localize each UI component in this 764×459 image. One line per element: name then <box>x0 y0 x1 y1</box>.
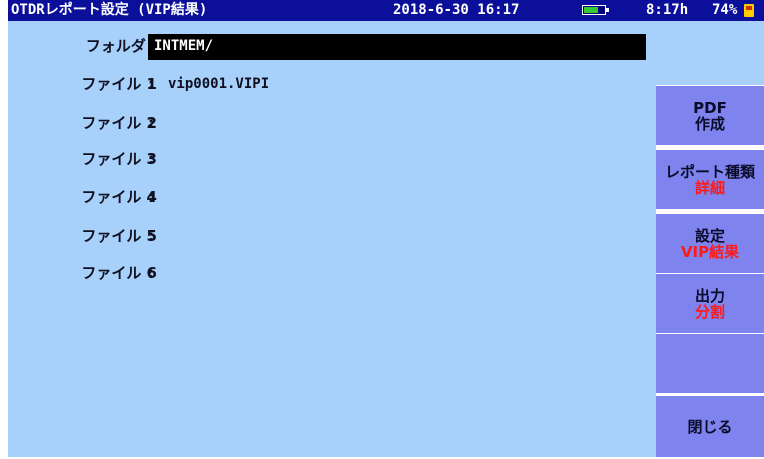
time-remaining: 8:17h <box>646 2 689 18</box>
datetime: 2018-6-30 16:17 <box>393 2 520 18</box>
memory-card-icon <box>744 4 754 17</box>
file-label: ファイル 5 <box>81 227 157 245</box>
output-button[interactable]: 出力 分割 <box>656 273 764 333</box>
button-value: VIP結果 <box>680 242 740 261</box>
otdr-report-settings-screen: OTDRレポート設定 (VIP結果) 2018-6-30 16:17 8:17h… <box>0 0 764 459</box>
file-row[interactable]: ファイル 4 : <box>8 185 656 209</box>
folder-label: フォルダ : <box>85 37 157 55</box>
file-colon: : <box>148 227 154 245</box>
file-colon: : <box>148 75 154 93</box>
file-row[interactable]: ファイル 3 : <box>8 147 656 171</box>
window-title: OTDRレポート設定 (VIP結果) <box>11 2 208 18</box>
folder-row[interactable]: フォルダ : : INTMEM/ <box>8 34 656 60</box>
folder-path: INTMEM/ <box>154 38 214 54</box>
button-label: 閉じる <box>687 417 733 436</box>
file-row[interactable]: ファイル 1 : vip0001.VIPI <box>8 72 656 96</box>
title-bar: OTDRレポート設定 (VIP結果) 2018-6-30 16:17 8:17h… <box>8 0 764 21</box>
pdf-create-button[interactable]: PDF 作成 <box>656 85 764 145</box>
close-button[interactable]: 閉じる <box>656 395 764 457</box>
file-label: ファイル 4 <box>81 188 157 206</box>
file-colon: : <box>148 264 154 282</box>
softkey-header-blank <box>656 21 764 85</box>
battery-percent: 74% <box>712 2 738 18</box>
folder-value[interactable]: INTMEM/ <box>148 34 646 60</box>
button-label-sub: 作成 <box>694 114 725 133</box>
empty-softkey[interactable] <box>656 333 764 393</box>
file-label: ファイル 2 <box>81 114 157 132</box>
battery-icon <box>582 5 609 15</box>
file-colon: : <box>148 114 154 132</box>
button-value: 分割 <box>694 302 725 321</box>
battery-fill <box>584 7 598 13</box>
file-row[interactable]: ファイル 5 : <box>8 224 656 248</box>
file-label: ファイル 3 <box>81 150 157 168</box>
button-value: 詳細 <box>694 178 725 197</box>
file-label: ファイル 6 <box>81 264 157 282</box>
button-label: 出力 <box>694 286 725 305</box>
softkey-panel: PDF 作成 レポート種類 詳細 設定 VIP結果 出力 分割 閉じる <box>656 21 764 457</box>
file-colon: : <box>148 150 154 168</box>
settings-button[interactable]: 設定 VIP結果 <box>656 213 764 273</box>
file-colon: : <box>148 188 154 206</box>
report-type-button[interactable]: レポート種類 詳細 <box>656 149 764 209</box>
button-label: 設定 <box>694 226 725 245</box>
file-label: ファイル 1 <box>81 75 157 93</box>
battery-terminal <box>606 8 609 12</box>
file-selection-panel: フォルダ : : INTMEM/ ファイル 1 : vip0001.VIPI フ… <box>8 21 656 457</box>
button-label: レポート種類 <box>664 162 755 181</box>
file-row[interactable]: ファイル 2 : <box>8 111 656 135</box>
file-value: vip0001.VIPI <box>168 76 270 92</box>
button-label: PDF <box>693 98 727 117</box>
file-row[interactable]: ファイル 6 : <box>8 261 656 285</box>
